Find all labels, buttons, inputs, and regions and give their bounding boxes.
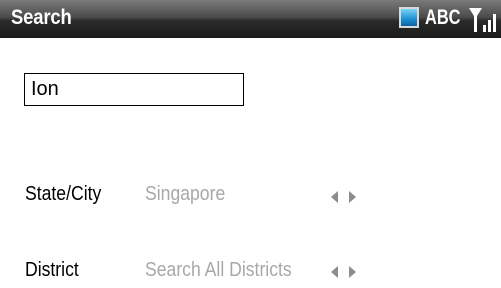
district-next-arrow-icon[interactable] — [349, 266, 356, 278]
search-input[interactable] — [24, 73, 244, 106]
state-city-next-arrow-icon[interactable] — [349, 191, 356, 203]
battery-icon — [399, 7, 419, 28]
district-prev-arrow-icon[interactable] — [331, 266, 338, 278]
state-city-label: State/City — [25, 183, 102, 205]
search-screen: Search ABC State/City Singapore District… — [0, 0, 501, 288]
signal-strength-icon — [469, 8, 496, 32]
state-city-prev-arrow-icon[interactable] — [331, 191, 338, 203]
district-label: District — [25, 259, 79, 281]
state-city-value[interactable]: Singapore — [145, 183, 225, 206]
title-bar: Search ABC — [0, 0, 501, 38]
district-value[interactable]: Search All Districts — [145, 259, 292, 282]
input-mode-indicator[interactable]: ABC — [425, 6, 460, 30]
page-title: Search — [11, 6, 72, 29]
